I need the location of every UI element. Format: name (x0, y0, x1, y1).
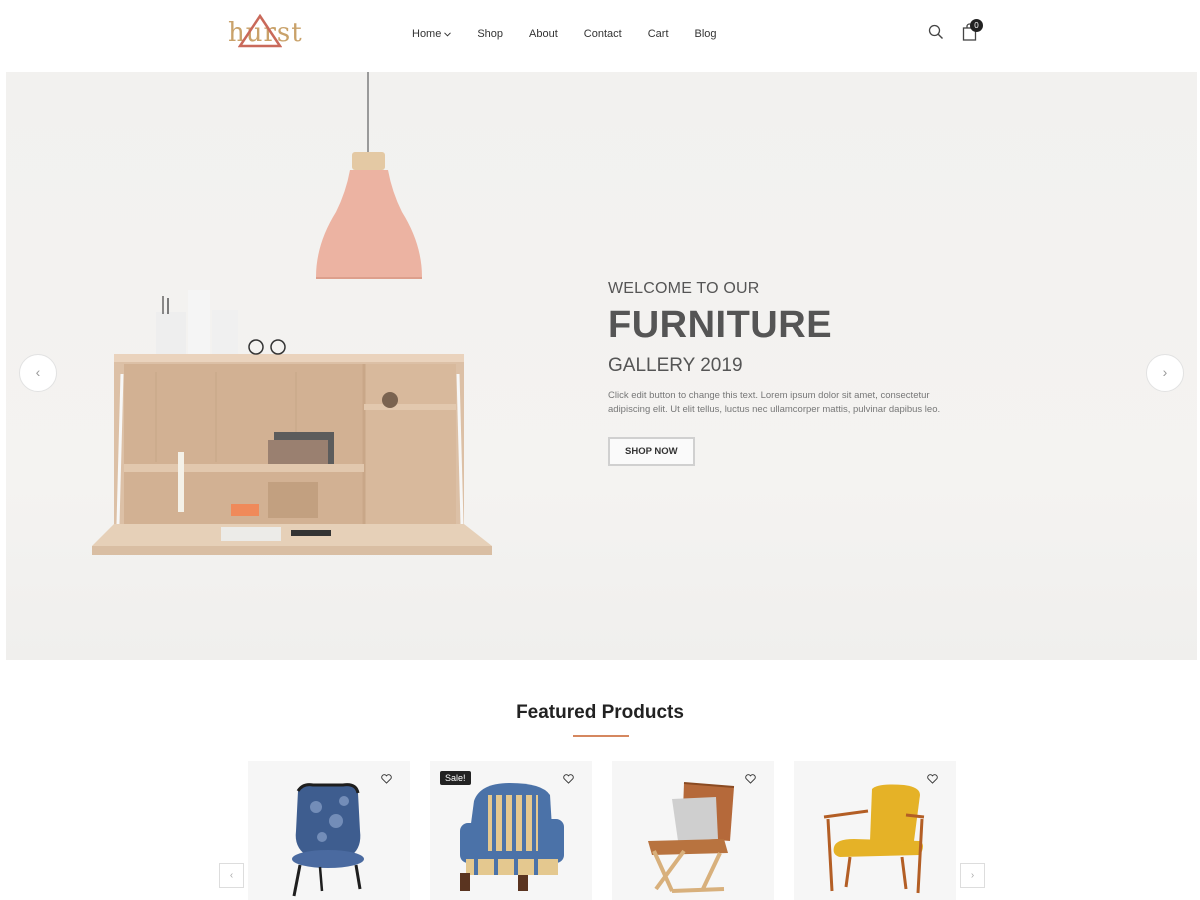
nav-home-label: Home (412, 28, 442, 40)
product-card[interactable] (248, 761, 410, 900)
product-card[interactable] (612, 761, 774, 900)
nav-blog[interactable]: Blog (695, 24, 717, 44)
shop-now-button[interactable]: SHOP NOW (608, 437, 695, 466)
heart-icon[interactable] (927, 774, 938, 784)
hero-welcome: WELCOME TO OUR (608, 280, 760, 297)
nav-shop[interactable]: Shop (477, 24, 503, 44)
featured-products-title: Featured Products (516, 702, 684, 723)
hero-description: Click edit button to change this text. L… (608, 390, 941, 415)
hero-title: FURNITURE (608, 304, 833, 346)
chevron-right-icon: › (970, 870, 975, 881)
nav-about[interactable]: About (529, 24, 558, 44)
logo-triangle-icon (238, 14, 282, 48)
hero-prev-button[interactable]: ‹ (19, 354, 57, 392)
cart-count-badge: 0 (970, 19, 983, 32)
chevron-left-icon: ‹ (35, 364, 41, 380)
hero-slider: WELCOME TO OUR FURNITURE GALLERY 2019 Cl… (6, 72, 1197, 660)
site-header: hurst Home Shop About Contact Cart Blog … (0, 0, 1200, 72)
featured-title-underline (573, 735, 629, 737)
hero-next-button[interactable]: › (1146, 354, 1184, 392)
chevron-down-icon (444, 30, 452, 39)
main-nav: Home Shop About Contact Cart Blog (412, 24, 743, 44)
sale-badge: Sale! (440, 771, 471, 785)
nav-home[interactable]: Home (412, 24, 452, 44)
hero-image (92, 72, 492, 555)
product-card[interactable]: Sale! (430, 761, 592, 900)
product-card[interactable] (794, 761, 956, 900)
chevron-right-icon: › (1162, 364, 1168, 380)
search-icon[interactable] (928, 24, 944, 40)
site-logo[interactable]: hurst (226, 12, 302, 52)
heart-icon[interactable] (563, 774, 574, 784)
nav-contact[interactable]: Contact (584, 24, 622, 44)
hero-caption: WELCOME TO OUR FURNITURE GALLERY 2019 Cl… (608, 280, 968, 466)
heart-icon[interactable] (745, 774, 756, 784)
heart-icon[interactable] (381, 774, 392, 784)
nav-cart[interactable]: Cart (648, 24, 669, 44)
hero-subtitle: GALLERY 2019 (608, 355, 743, 376)
products-prev-button[interactable]: ‹ (219, 863, 244, 888)
chevron-left-icon: ‹ (229, 870, 234, 881)
products-next-button[interactable]: › (960, 863, 985, 888)
